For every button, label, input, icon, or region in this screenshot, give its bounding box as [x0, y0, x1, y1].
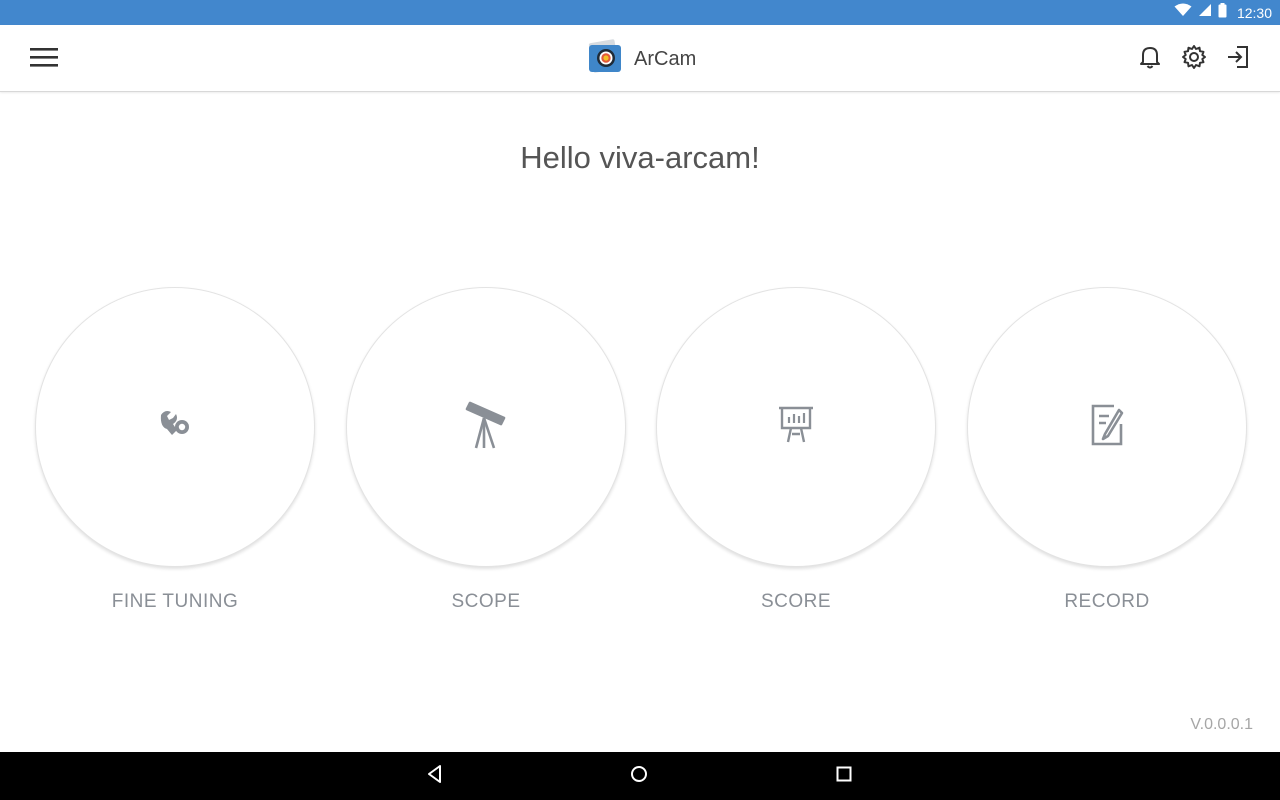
edit-document-icon [1089, 404, 1125, 451]
notifications-button[interactable] [1134, 43, 1166, 75]
app-bar-actions [1134, 41, 1254, 77]
cell-signal-icon [1198, 3, 1212, 22]
version-text: V.0.0.0.1 [1190, 716, 1253, 733]
record-tile[interactable]: RECORD [967, 287, 1247, 613]
fine-tuning-button[interactable] [35, 287, 315, 567]
fine-tuning-tile[interactable]: FINE TUNING [35, 287, 315, 613]
record-label: RECORD [1064, 591, 1150, 612]
bell-icon [1137, 44, 1163, 75]
scope-label: SCOPE [451, 591, 521, 612]
navigation-bar [0, 752, 1280, 800]
recents-icon [834, 764, 854, 789]
fine-tuning-label: FINE TUNING [111, 591, 239, 612]
score-label: SCORE [760, 591, 832, 612]
sign-in-icon [1225, 44, 1251, 75]
back-button[interactable] [419, 760, 451, 792]
scope-tile[interactable]: SCOPE [346, 287, 626, 613]
app-bar: ArCam [0, 25, 1280, 92]
hamburger-menu-icon [29, 46, 59, 73]
back-icon [425, 764, 445, 789]
recents-button[interactable] [828, 760, 860, 792]
app-logo [586, 38, 624, 81]
battery-icon [1218, 2, 1227, 23]
score-tile[interactable]: SCORE [656, 287, 936, 613]
sign-in-button[interactable] [1222, 43, 1254, 75]
record-button[interactable] [967, 287, 1247, 567]
gear-icon [1181, 44, 1207, 75]
status-icons: 12:30 [1174, 0, 1272, 25]
app-title-area: ArCam [586, 38, 697, 81]
scope-button[interactable] [346, 287, 626, 567]
greeting-text: Hello viva-arcam! [520, 140, 760, 175]
home-button[interactable] [623, 760, 655, 792]
app-title: ArCam [634, 47, 697, 70]
menu-button[interactable] [26, 43, 62, 75]
home-icon [629, 764, 649, 789]
wifi-icon [1174, 3, 1192, 22]
score-button[interactable] [656, 287, 936, 567]
settings-button[interactable] [1178, 43, 1210, 75]
presentation-chart-icon [776, 405, 816, 450]
status-bar: 12:30 [0, 0, 1280, 25]
tools-icon [155, 405, 195, 450]
telescope-icon [464, 398, 508, 457]
status-time: 12:30 [1236, 4, 1272, 21]
